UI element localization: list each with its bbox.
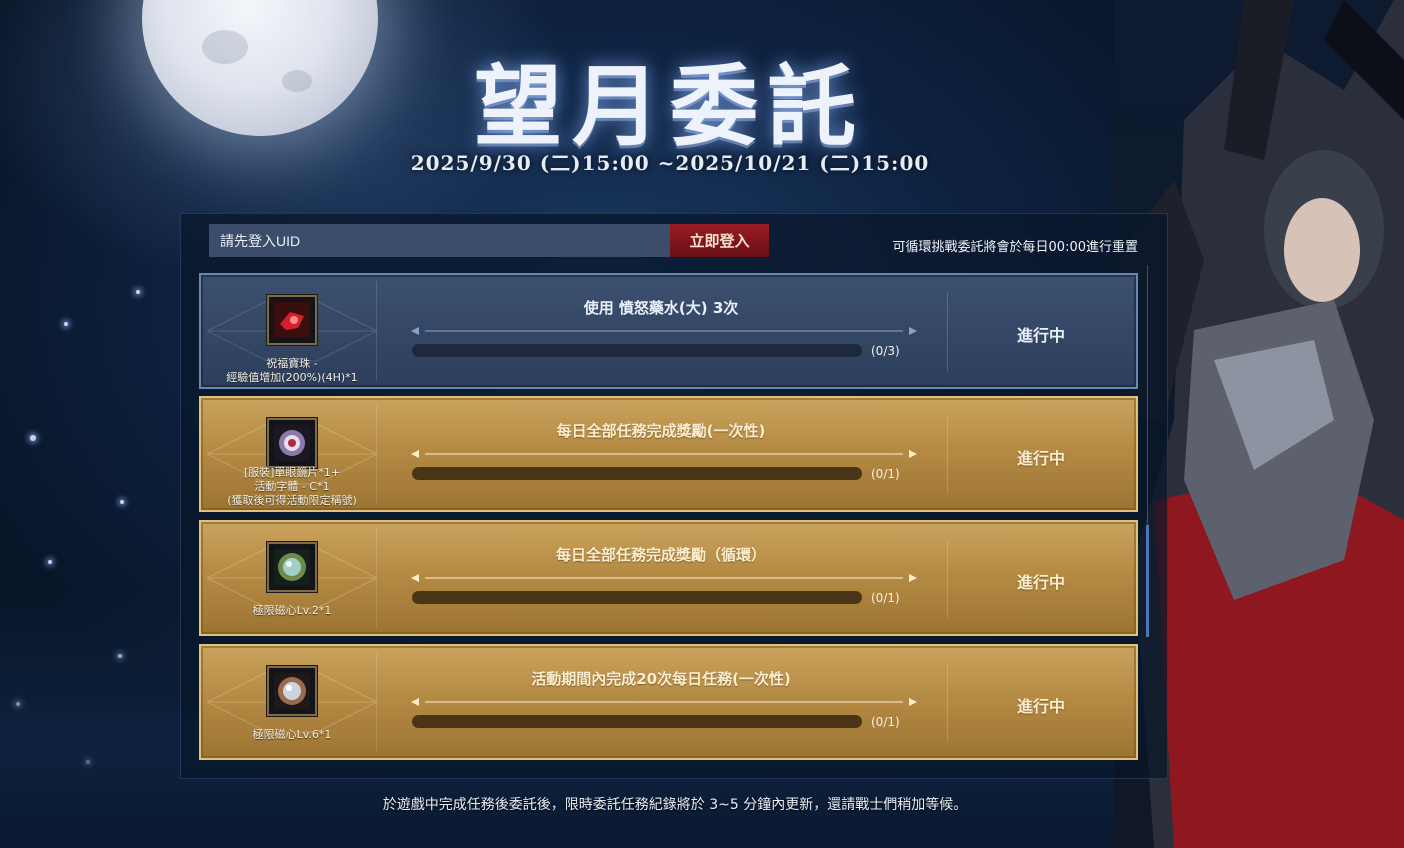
progress-bar: [412, 591, 862, 604]
progress-count: (0/1): [871, 715, 900, 729]
progress-count: (0/1): [871, 467, 900, 481]
progress-count: (0/3): [871, 344, 900, 358]
magnetic-core-icon[interactable]: [267, 666, 317, 716]
monocle-icon[interactable]: [267, 418, 317, 468]
reward-cell: 祝福寶珠 - 經驗值增加(200%)(4H)*1: [207, 281, 377, 384]
star-sparkle: [120, 500, 124, 504]
reward-cell: 極限磁心Lv.6*1: [207, 652, 377, 752]
magnetic-core-icon[interactable]: [267, 542, 317, 592]
quest-row: 祝福寶珠 - 經驗值增加(200%)(4H)*1 使用 憤怒藥水(大) 3次 (…: [199, 273, 1138, 389]
quest-row: [服裝]單眼鏡片*1+ 活動字體 - C*1 (獲取後可得活動限定稱號) 每日全…: [199, 396, 1138, 512]
page-title: 望月委託: [473, 54, 866, 158]
star-sparkle: [30, 435, 36, 441]
divider-arrow: [411, 574, 917, 582]
progress-bar: [412, 715, 862, 728]
progress-bar: [412, 344, 862, 357]
scrollbar-thumb[interactable]: [1146, 525, 1149, 637]
quest-name: 每日全部任務完成獎勵（循環）: [555, 546, 766, 564]
progress-bar: [412, 467, 862, 480]
quest-status: 進行中: [1016, 326, 1065, 345]
divider-arrow: [411, 698, 917, 706]
reward-label: 極限磁心Lv.6*1: [252, 728, 332, 741]
reward-label: 祝福寶珠 - 經驗值增加(200%)(4H)*1: [226, 357, 358, 384]
reward-cell: [服裝]單眼鏡片*1+ 活動字體 - C*1 (獲取後可得活動限定稱號): [207, 404, 377, 507]
red-potion-icon[interactable]: [267, 295, 317, 345]
quest-row: 極限磁心Lv.6*1 活動期間內完成20次每日任務(一次性) (0/1) 進行中: [199, 644, 1138, 760]
quest-status: 進行中: [1016, 573, 1065, 592]
star-sparkle: [136, 290, 140, 294]
reward-label: [服裝]單眼鏡片*1+ 活動字體 - C*1 (獲取後可得活動限定稱號): [227, 466, 357, 507]
progress-count: (0/1): [871, 591, 900, 605]
quest-row: 極限磁心Lv.2*1 每日全部任務完成獎勵（循環） (0/1) 進行中: [199, 520, 1138, 636]
quest-status: 進行中: [1016, 449, 1065, 468]
reward-cell: 極限磁心Lv.2*1: [207, 528, 377, 628]
event-period: 2025/9/30 (二)15:00 ~2025/10/21 (二)15:00: [410, 151, 930, 175]
reset-notice: 可循環挑戰委託將會於每日00:00進行重置: [892, 240, 1138, 255]
star-sparkle: [48, 560, 52, 564]
star-sparkle: [64, 322, 68, 326]
quest-name: 使用 憤怒藥水(大) 3次: [583, 299, 739, 317]
divider-arrow: [411, 327, 917, 335]
divider-arrow: [411, 450, 917, 458]
uid-input[interactable]: [209, 224, 670, 257]
update-notice: 於遊戲中完成任務後委託後，限時委託任務紀錄將於 3~5 分鐘內更新，還請戰士們稍…: [382, 797, 968, 813]
quest-name: 每日全部任務完成獎勵(一次性): [556, 422, 766, 440]
quest-status: 進行中: [1016, 697, 1065, 716]
reward-label: 極限磁心Lv.2*1: [252, 604, 332, 617]
login-button[interactable]: 立即登入: [670, 224, 769, 257]
quest-name: 活動期間內完成20次每日任務(一次性): [531, 670, 791, 688]
